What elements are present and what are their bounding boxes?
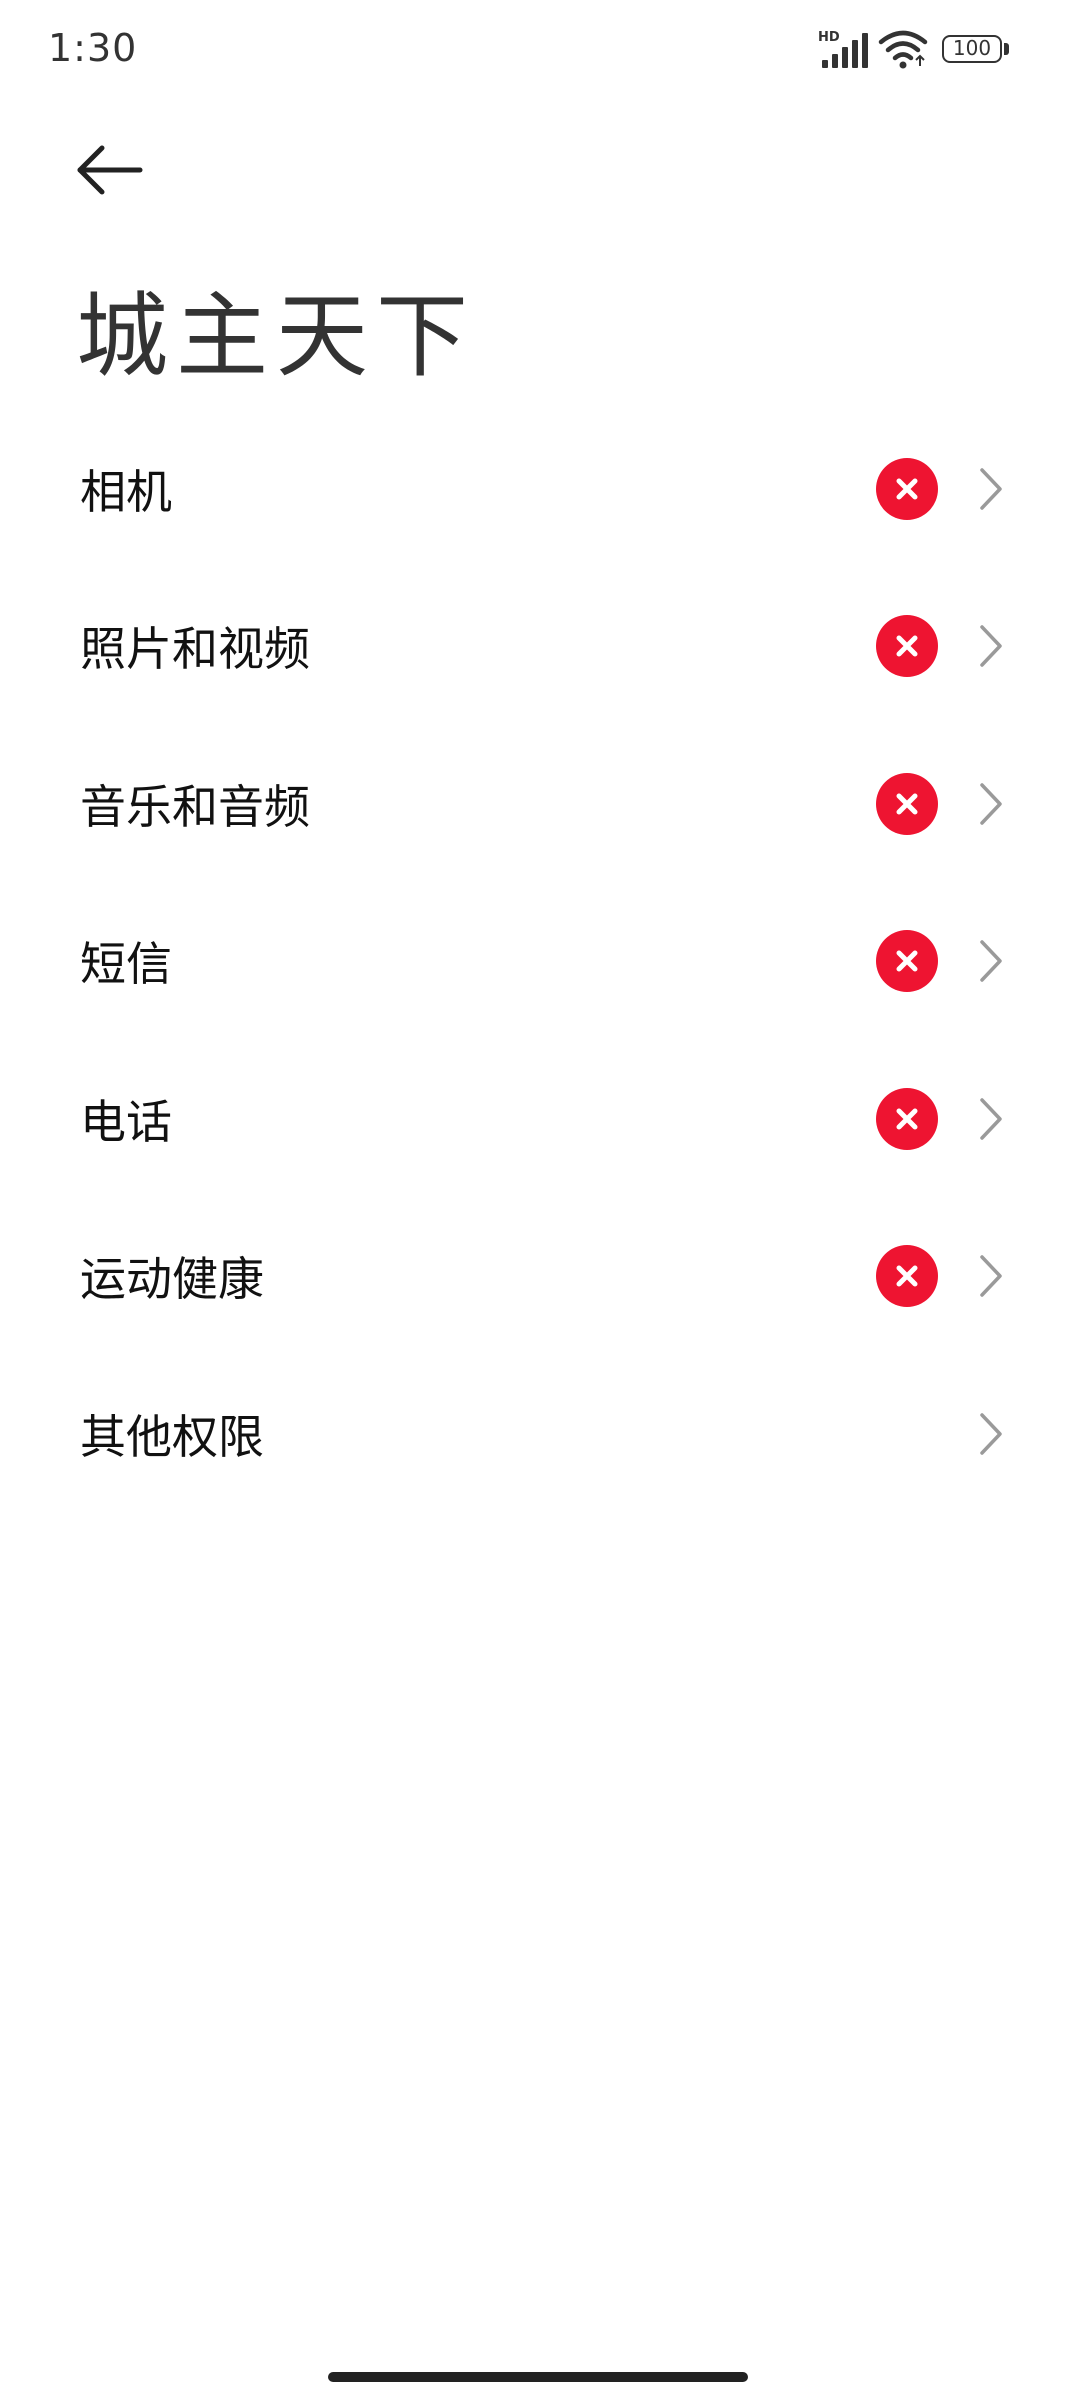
denied-icon (876, 930, 938, 993)
denied-icon (876, 1245, 938, 1308)
back-button[interactable] (70, 138, 150, 208)
permission-list: 相机 照片和视频 音乐和音频 短信 电话 运动健康 其他权限 (0, 410, 1080, 1513)
denied-icon (876, 1087, 938, 1150)
permission-row-phone[interactable]: 电话 (0, 1040, 1080, 1198)
permission-row-other[interactable]: 其他权限 (0, 1355, 1080, 1513)
permission-label: 相机 (80, 464, 172, 519)
status-bar: 1:30 HD 100 (0, 0, 1080, 100)
network-badge: HD (818, 30, 840, 45)
chevron-right-icon (980, 940, 1002, 982)
chevron-right-icon (980, 1098, 1002, 1140)
chevron-right-icon (980, 1413, 1002, 1455)
chevron-right-icon (980, 625, 1002, 667)
permission-label: 照片和视频 (80, 622, 310, 677)
chevron-right-icon (980, 783, 1002, 825)
permission-row-photos-videos[interactable]: 照片和视频 (0, 568, 1080, 726)
permission-label: 运动健康 (80, 1252, 264, 1307)
signal-icon: HD (818, 30, 874, 70)
permission-row-sms[interactable]: 短信 (0, 883, 1080, 1041)
denied-icon (876, 615, 938, 678)
battery-level: 100 (942, 35, 1002, 63)
status-icons: HD 100 (818, 30, 1018, 74)
battery-icon: 100 (942, 35, 1010, 65)
permission-row-music-audio[interactable]: 音乐和音频 (0, 725, 1080, 883)
permission-label: 其他权限 (80, 1409, 264, 1464)
permission-label: 短信 (80, 937, 172, 992)
home-indicator[interactable] (328, 2372, 748, 2382)
denied-icon (876, 772, 938, 835)
chevron-right-icon (980, 468, 1002, 510)
denied-icon (876, 457, 938, 520)
status-time: 1:30 (48, 26, 138, 70)
permission-label: 音乐和音频 (80, 779, 310, 834)
permission-label: 电话 (80, 1094, 172, 1149)
chevron-right-icon (980, 1255, 1002, 1297)
page-title: 城主天下 (76, 283, 477, 390)
arrow-left-icon (77, 145, 143, 195)
battery-tip (1004, 43, 1009, 55)
permission-row-fitness-health[interactable]: 运动健康 (0, 1198, 1080, 1356)
permission-row-camera[interactable]: 相机 (0, 410, 1080, 568)
wifi-icon (878, 30, 928, 70)
